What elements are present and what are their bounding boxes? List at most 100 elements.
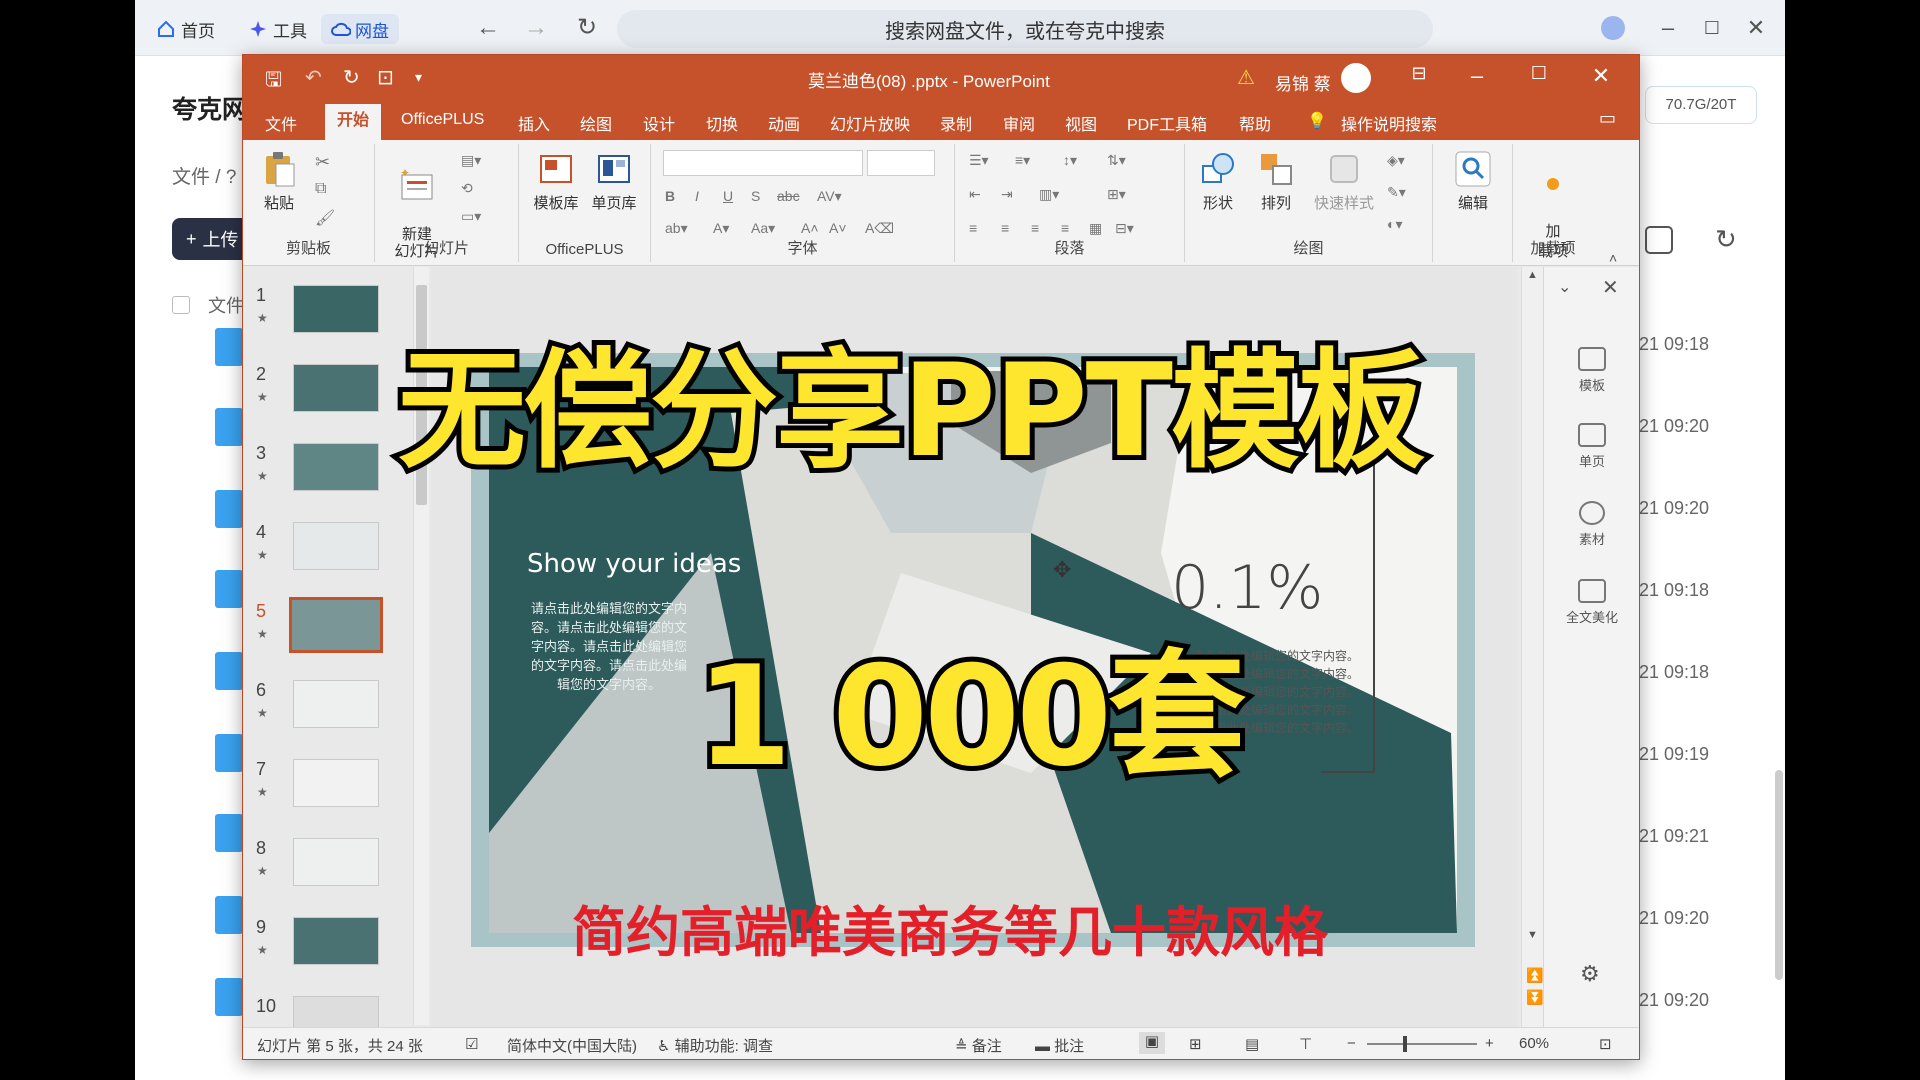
tab-help[interactable]: 帮助: [1239, 111, 1271, 135]
folder-icon[interactable]: [215, 408, 243, 446]
strikethrough-icon[interactable]: abc: [777, 188, 800, 204]
align-center-icon[interactable]: ≡: [1001, 220, 1009, 236]
folder-icon[interactable]: [215, 652, 243, 690]
pane-item-beautify[interactable]: 全文美化: [1544, 579, 1639, 626]
quick-styles-button[interactable]: 快速样式: [1309, 150, 1379, 213]
slide-thumbnail[interactable]: [293, 364, 379, 412]
font-color-icon[interactable]: A▾: [713, 220, 729, 237]
italic-icon[interactable]: I: [695, 188, 699, 204]
smartart-icon[interactable]: ⊟▾: [1115, 220, 1134, 237]
clear-format-icon[interactable]: A⌫: [865, 220, 894, 237]
tab-draw[interactable]: 绘图: [580, 111, 612, 135]
settings-icon[interactable]: ⚙: [1580, 961, 1600, 987]
shadow-icon[interactable]: S: [751, 188, 760, 204]
section-icon[interactable]: ▭▾: [461, 208, 481, 225]
folder-icon[interactable]: [215, 814, 243, 852]
zoom-in-icon[interactable]: +: [1485, 1035, 1494, 1052]
slide-thumbnail[interactable]: [289, 597, 383, 653]
prev-slide-icon[interactable]: ⏫: [1526, 967, 1543, 984]
font-size-select[interactable]: [867, 150, 935, 176]
folder-icon[interactable]: [215, 734, 243, 772]
tab-pdf-toolbox[interactable]: PDF工具箱: [1127, 111, 1207, 135]
search-input[interactable]: 搜索网盘文件，或在夸克中搜索: [617, 10, 1433, 48]
folder-icon[interactable]: [215, 328, 243, 366]
tab-animations[interactable]: 动画: [768, 111, 800, 135]
increase-font-icon[interactable]: A˄: [801, 220, 819, 236]
refresh-icon[interactable]: ↻: [572, 13, 602, 43]
numbering-icon[interactable]: ≡▾: [1015, 152, 1030, 169]
normal-view-icon[interactable]: ▣: [1139, 1032, 1165, 1054]
edit-button[interactable]: 编辑: [1447, 150, 1499, 213]
pane-item-single-page[interactable]: 单页: [1544, 423, 1639, 470]
comments-button[interactable]: ▬ 批注: [1035, 1035, 1084, 1056]
comments-icon[interactable]: ▭: [1599, 108, 1616, 129]
shape-effects-icon[interactable]: ◐▾: [1387, 216, 1402, 233]
forward-icon[interactable]: →: [521, 13, 551, 43]
slide-thumbnail[interactable]: [293, 285, 379, 333]
notes-button[interactable]: ≜ 备注: [955, 1035, 1002, 1056]
accessibility-status[interactable]: ♿ 辅助功能: 调查: [657, 1035, 773, 1056]
reset-icon[interactable]: ⟲: [461, 180, 473, 197]
align-text-icon[interactable]: ⊞▾: [1107, 186, 1126, 203]
char-spacing-icon[interactable]: AV▾: [817, 188, 842, 205]
folder-icon[interactable]: [215, 978, 243, 1016]
browser-scrollbar[interactable]: [1775, 770, 1783, 980]
slide-thumbnail[interactable]: [293, 917, 379, 965]
layout-icon[interactable]: ▤▾: [461, 152, 481, 169]
decrease-indent-icon[interactable]: ⇤: [969, 186, 981, 203]
tab-view[interactable]: 视图: [1065, 111, 1097, 135]
reading-view-icon[interactable]: ▤: [1245, 1035, 1259, 1053]
storage-indicator[interactable]: 70.7G/20T: [1645, 86, 1757, 124]
present-icon[interactable]: ⊡: [377, 65, 394, 90]
tell-me-search[interactable]: 操作说明搜索: [1341, 111, 1437, 135]
language-status[interactable]: 简体中文(中国大陆): [507, 1035, 637, 1056]
slide-sorter-icon[interactable]: ⊞: [1189, 1035, 1202, 1053]
next-slide-icon[interactable]: ⏬: [1526, 989, 1543, 1006]
spelling-icon[interactable]: ☑: [465, 1035, 478, 1053]
pane-item-assets[interactable]: 素材: [1544, 501, 1639, 548]
line-spacing-icon[interactable]: ↕▾: [1063, 152, 1077, 169]
distribute-icon[interactable]: ▦: [1089, 220, 1102, 237]
paste-button[interactable]: 粘贴: [257, 150, 301, 213]
slide-scrollbar[interactable]: ▲ ▼ ⏫ ⏬: [1521, 267, 1543, 1027]
save-icon[interactable]: 🖫: [265, 65, 282, 99]
folder-icon[interactable]: [215, 570, 243, 608]
zoom-slider-thumb[interactable]: [1403, 1036, 1407, 1052]
select-all-checkbox[interactable]: [172, 296, 190, 314]
page-library-button[interactable]: 单页库: [587, 150, 641, 213]
bold-icon[interactable]: B: [665, 188, 675, 204]
shape-outline-icon[interactable]: ✎▾: [1387, 184, 1406, 201]
slide-thumbnail[interactable]: [293, 443, 379, 491]
close-icon[interactable]: ✕: [1585, 63, 1617, 91]
ribbon-display-icon[interactable]: ⊟: [1403, 63, 1435, 91]
refresh-icon[interactable]: ↻: [1715, 224, 1737, 255]
close-icon[interactable]: ✕: [1739, 12, 1773, 44]
slideshow-view-icon[interactable]: ⊤: [1299, 1035, 1312, 1053]
scroll-up-icon[interactable]: ▲: [1527, 269, 1538, 281]
justify-icon[interactable]: ≡: [1061, 220, 1069, 236]
profile-icon[interactable]: [1601, 16, 1625, 40]
shapes-button[interactable]: 形状: [1191, 150, 1245, 213]
copy-icon[interactable]: ⧉: [315, 180, 326, 198]
zoom-slider[interactable]: [1367, 1043, 1477, 1045]
minimize-icon[interactable]: –: [1651, 12, 1685, 44]
tab-tools[interactable]: 工具: [239, 14, 317, 44]
undo-icon[interactable]: ↶: [305, 65, 322, 90]
back-icon[interactable]: ←: [473, 13, 503, 43]
tab-home[interactable]: 首页: [147, 14, 225, 44]
folder-icon[interactable]: [215, 490, 243, 528]
tab-design[interactable]: 设计: [643, 111, 675, 135]
user-account[interactable]: 易锦 蔡: [1275, 63, 1371, 97]
window-icon[interactable]: [1645, 226, 1673, 254]
close-pane-icon[interactable]: ✕: [1602, 275, 1619, 300]
zoom-out-icon[interactable]: −: [1347, 1035, 1356, 1052]
slide-thumbnail[interactable]: [293, 838, 379, 886]
maximize-icon[interactable]: ☐: [1695, 12, 1729, 44]
align-right-icon[interactable]: ≡: [1031, 220, 1039, 236]
slide-thumbnail[interactable]: [293, 680, 379, 728]
customize-qat-icon[interactable]: ▾: [415, 69, 422, 86]
columns-icon[interactable]: ▥▾: [1039, 186, 1059, 203]
minimize-icon[interactable]: –: [1461, 63, 1493, 91]
chevron-down-icon[interactable]: ⌄: [1558, 277, 1571, 297]
slide-thumbnail[interactable]: [293, 522, 379, 570]
